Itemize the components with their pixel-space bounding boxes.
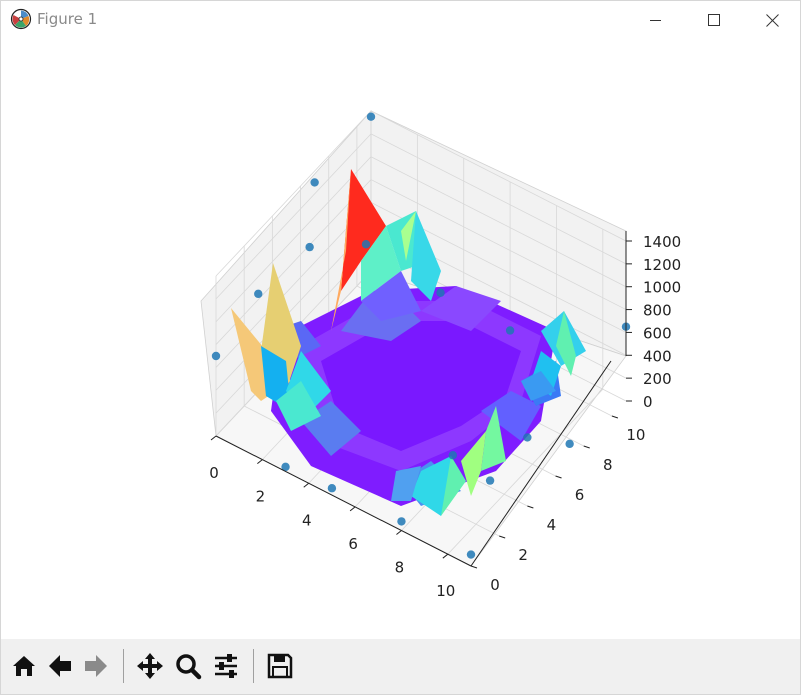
y-tick <box>499 535 506 539</box>
home-button[interactable] <box>7 649 41 683</box>
y-tick-label: 10 <box>626 426 645 444</box>
z-tick-label: 200 <box>643 370 672 388</box>
floppy-disk-icon <box>267 653 293 679</box>
arrow-right-icon <box>85 655 107 677</box>
y-tick <box>583 445 590 449</box>
x-tick <box>396 530 402 535</box>
surface-3d-plot[interactable]: 0246810 02468100200400600800100012001400 <box>1 39 800 639</box>
zoom-button[interactable] <box>171 649 205 683</box>
figure-window: Figure 1 0 2 4 6 8 10 0 2 4 6 8 10 0 200… <box>0 0 801 695</box>
scatter-point <box>254 289 263 299</box>
scatter-point <box>310 178 319 187</box>
plot-canvas[interactable]: 0 2 4 6 8 10 0 2 4 6 8 10 0 200 400 600 800 1000 1200 1400 <box>1 39 800 639</box>
z-tick-label: 0 <box>643 393 653 411</box>
scatter-point <box>466 550 476 559</box>
x-tick-label: 6 <box>348 535 358 553</box>
scatter-point <box>361 240 371 249</box>
arrow-left-icon <box>49 655 71 677</box>
sliders-icon <box>215 654 237 678</box>
z-tick-label: 800 <box>643 302 672 320</box>
save-button[interactable] <box>263 649 297 683</box>
y-tick-label: 4 <box>547 516 557 534</box>
x-tick-label: 10 <box>436 582 455 600</box>
scatter-point <box>305 242 314 252</box>
y-tick-label: 6 <box>575 486 585 504</box>
z-tick-label: 1400 <box>643 233 681 251</box>
navigation-toolbar <box>1 639 800 694</box>
x-tick-label: 2 <box>256 488 266 506</box>
toolbar-separator <box>253 649 254 683</box>
z-tick-label: 600 <box>643 324 672 342</box>
x-tick-label: 8 <box>395 559 405 577</box>
close-icon <box>765 13 779 27</box>
configure-subplots-button[interactable] <box>209 649 243 683</box>
x-tick-label: 4 <box>302 511 312 529</box>
x-tick <box>303 482 310 488</box>
scatter-point <box>523 433 532 442</box>
home-icon <box>13 656 35 676</box>
minimize-icon <box>650 20 661 21</box>
y-tick <box>527 505 534 509</box>
toolbar-separator <box>123 649 124 683</box>
scatter-point <box>327 484 337 493</box>
back-button[interactable] <box>43 649 77 683</box>
z-tick-label: 400 <box>643 347 672 365</box>
scatter-point <box>436 288 445 297</box>
y-tick-label: 8 <box>603 456 613 474</box>
x-tick <box>442 553 449 559</box>
close-button[interactable] <box>743 1 801 39</box>
maximize-icon <box>708 14 720 26</box>
z-tick-label: 1200 <box>643 256 681 274</box>
y-tick <box>611 415 619 419</box>
scatter-point <box>565 439 574 449</box>
x-tick <box>257 459 263 465</box>
scatter-point <box>397 517 406 526</box>
forward-button[interactable] <box>79 649 113 683</box>
scatter-point <box>211 351 221 361</box>
scatter-point <box>505 326 515 335</box>
y-tick <box>470 565 478 569</box>
x-tick <box>210 435 217 441</box>
window-title: Figure 1 <box>37 10 98 28</box>
magnifier-icon <box>176 654 202 680</box>
y-tick-label: 2 <box>518 546 528 564</box>
z-tick-label: 1000 <box>643 279 681 297</box>
x-tick-label: 0 <box>209 464 219 482</box>
scatter-point <box>485 476 495 485</box>
matplotlib-logo-icon <box>10 8 32 30</box>
y-tick-label: 0 <box>490 576 500 594</box>
x-tick <box>349 506 356 512</box>
move-icon <box>137 653 163 679</box>
scatter-point <box>448 451 458 460</box>
y-tick <box>555 475 562 479</box>
scatter-point <box>366 112 376 121</box>
pan-button[interactable] <box>133 649 167 683</box>
minimize-button[interactable] <box>627 1 685 39</box>
maximize-button[interactable] <box>685 1 743 39</box>
title-bar[interactable]: Figure 1 <box>1 1 800 39</box>
